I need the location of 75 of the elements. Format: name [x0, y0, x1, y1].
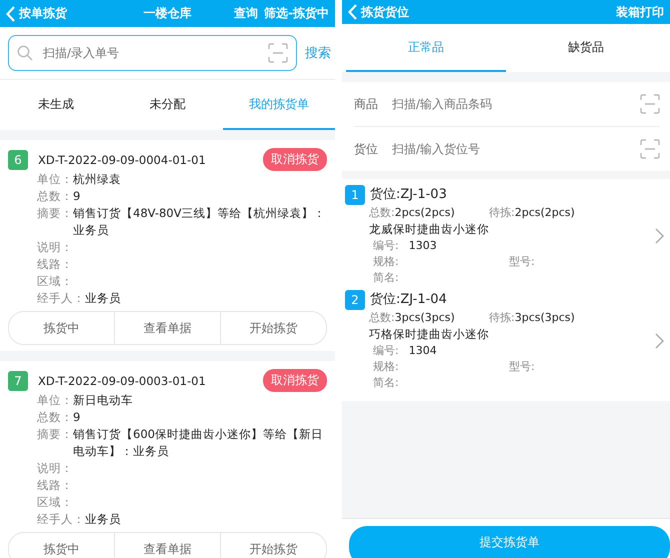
- field-label: 总数：: [37, 409, 73, 426]
- field-label: 简名:: [373, 375, 399, 391]
- field-label: 编号:: [373, 238, 399, 254]
- field-value: 销售订货【48V-80V三线】等给【杭州绿袁】：业务员: [73, 205, 326, 239]
- tab[interactable]: 缺货品: [506, 24, 666, 72]
- location-title: 货位:ZJ-1-03: [370, 186, 447, 204]
- field-value: 杭州绿袁: [73, 171, 121, 188]
- order-number: XD-T-2022-09-09-0003-01-01: [38, 374, 207, 388]
- field-label: 线路：: [37, 477, 73, 494]
- field-value: 业务员: [85, 290, 121, 307]
- field-label: 经手人：: [37, 290, 85, 307]
- field-label: 经手人：: [37, 511, 85, 528]
- location-item[interactable]: 1 货位:ZJ-1-03 总数:2pcs(2pcs) 待拣:2pcs(2pcs) 龙威保时捷曲齿小迷你 编号: 1303 规格: 型号: 简名:: [342, 183, 670, 288]
- field-label: 规格:: [373, 359, 399, 375]
- field-value: 1303: [408, 238, 437, 254]
- index-badge: 1: [345, 185, 365, 205]
- input-label: 商品: [354, 96, 378, 112]
- index-badge: 7: [8, 370, 28, 390]
- order-number: XD-T-2022-09-09-0004-01-01: [38, 152, 207, 166]
- input-field[interactable]: 扫描/输入商品条码: [390, 96, 628, 112]
- product-name: 龙威保时捷曲齿小迷你: [368, 221, 490, 238]
- back-icon[interactable]: [348, 4, 357, 20]
- field-label: 区域：: [37, 494, 73, 511]
- field-value: 3pcs(3pcs): [394, 310, 455, 326]
- field-label: 待拣:: [489, 310, 515, 326]
- chevron-right-icon[interactable]: [655, 228, 664, 244]
- input-field[interactable]: 扫描/输入货位号: [390, 141, 628, 157]
- field-value: 9: [73, 409, 80, 426]
- field-label: 说明：: [37, 239, 73, 256]
- field-label: 单位：: [37, 392, 73, 409]
- product-name: 巧格保时捷曲齿小迷你: [368, 326, 490, 343]
- field-label: 型号:: [509, 254, 535, 270]
- action-button[interactable]: 开始拣货: [220, 312, 326, 344]
- field-label: 简名:: [373, 270, 399, 286]
- location-item[interactable]: 2 货位:ZJ-1-04 总数:3pcs(3pcs) 待拣:3pcs(3pcs) 巧格保时捷曲齿小迷你 编号: 1304 规格: 型号: 简名:: [342, 288, 670, 393]
- scan-icon[interactable]: [268, 43, 288, 63]
- action-button[interactable]: 开始拣货: [220, 533, 326, 558]
- search-box[interactable]: 扫描/录入单号: [8, 35, 297, 71]
- index-badge: 6: [8, 150, 28, 170]
- field-label: 总数：: [37, 188, 73, 205]
- header-title: 一楼仓库: [142, 5, 192, 22]
- field-value: 2pcs(2pcs): [514, 205, 575, 221]
- field-label: 摘要：: [37, 205, 73, 222]
- field-value: 销售订货【600保时捷曲齿小迷你】等给【新日电动车】：业务员: [73, 426, 324, 460]
- search-icon: [17, 45, 33, 61]
- search-button[interactable]: 搜索: [305, 44, 331, 62]
- field-value: 业务员: [85, 511, 121, 528]
- field-value: 3pcs(3pcs): [514, 310, 575, 326]
- field-label: 总数:: [369, 310, 395, 326]
- search-field[interactable]: 扫描/录入单号: [41, 45, 260, 61]
- scan-icon[interactable]: [640, 139, 660, 159]
- location-title: 货位:ZJ-1-04: [370, 291, 447, 309]
- tab[interactable]: 未分配: [112, 80, 224, 130]
- tab[interactable]: 未生成: [0, 80, 112, 130]
- field-label: 线路：: [37, 256, 73, 273]
- field-label: 说明：: [37, 460, 73, 477]
- scan-icon[interactable]: [640, 94, 660, 114]
- field-label: 型号:: [509, 359, 535, 375]
- chevron-right-icon[interactable]: [655, 332, 664, 348]
- field-value: 新日电动车: [73, 392, 133, 409]
- cancel-button[interactable]: 取消拣货: [263, 148, 327, 171]
- back-icon[interactable]: [6, 6, 15, 22]
- field-value: 1304: [408, 343, 437, 359]
- field-label: 编号:: [373, 343, 399, 359]
- field-label: 总数:: [369, 205, 395, 221]
- field-label: 摘要：: [37, 426, 73, 443]
- cancel-button[interactable]: 取消拣货: [263, 369, 327, 392]
- field-value: 9: [73, 188, 80, 205]
- field-label: 区域：: [37, 273, 73, 290]
- field-label: 待拣:: [489, 205, 515, 221]
- input-label: 货位: [354, 140, 378, 158]
- field-label: 规格:: [373, 254, 399, 270]
- field-value: 2pcs(2pcs): [394, 205, 455, 221]
- index-badge: 2: [345, 290, 365, 310]
- field-label: 单位：: [37, 171, 73, 188]
